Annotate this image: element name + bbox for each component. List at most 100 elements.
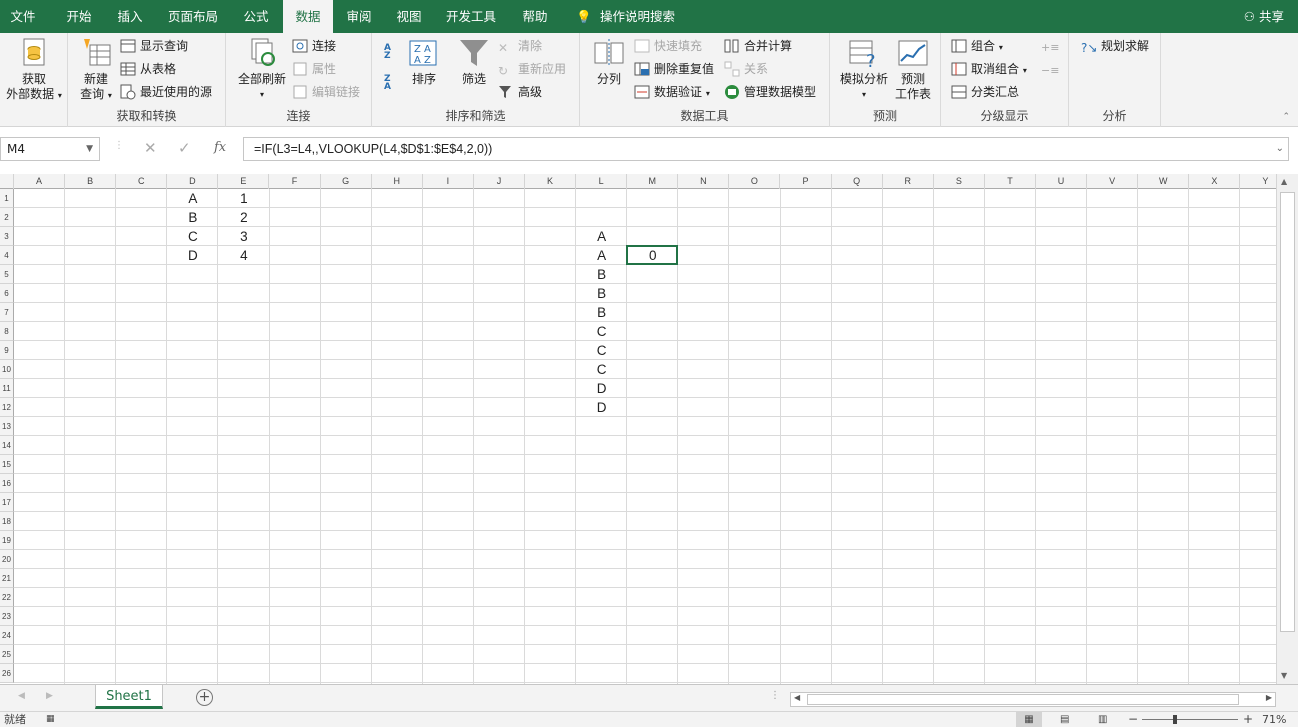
horizontal-scrollbar[interactable]: ◀ ▶ xyxy=(790,692,1276,707)
row-header-22[interactable]: 22 xyxy=(0,588,14,607)
row-header-23[interactable]: 23 xyxy=(0,607,14,626)
what-if-analysis-button[interactable]: ? 模拟分析 ▾ xyxy=(836,37,892,102)
column-header-v[interactable]: V xyxy=(1087,174,1139,189)
collapse-ribbon-icon[interactable]: ⌃ xyxy=(1282,112,1290,122)
cell-d2[interactable]: B xyxy=(167,208,218,227)
connections-button[interactable]: 连接 xyxy=(292,36,336,56)
row-header-10[interactable]: 10 xyxy=(0,360,14,379)
cell-l5[interactable]: B xyxy=(576,265,627,284)
zoom-out-icon[interactable]: − xyxy=(1128,712,1138,727)
row-header-16[interactable]: 16 xyxy=(0,474,14,493)
tab-formulas[interactable]: 公式 xyxy=(233,0,279,33)
cell-l11[interactable]: D xyxy=(576,379,627,398)
row-header-19[interactable]: 19 xyxy=(0,531,14,550)
clear-filter-button[interactable]: ✕ 清除 xyxy=(498,36,542,56)
new-query-button[interactable]: 新建 查询 ▾ xyxy=(74,37,118,103)
remove-duplicates-button[interactable]: 删除重复值 xyxy=(634,59,714,79)
column-header-m[interactable]: M xyxy=(627,174,679,189)
row-header-21[interactable]: 21 xyxy=(0,569,14,588)
column-header-i[interactable]: I xyxy=(423,174,474,189)
row-header-4[interactable]: 4 xyxy=(0,246,14,265)
column-header-s[interactable]: S xyxy=(934,174,985,189)
show-queries-button[interactable]: 显示查询 xyxy=(120,36,188,56)
column-header-j[interactable]: J xyxy=(474,174,525,189)
worksheet-grid[interactable]: ABCDEFGHIJKLMNOPQRSTUVWXY 1 2 3 4 5 6 7 8 9 10 11 1… xyxy=(0,174,1276,684)
row-header-7[interactable]: 7 xyxy=(0,303,14,322)
tab-review[interactable]: 审阅 xyxy=(336,0,382,33)
row-header-13[interactable]: 13 xyxy=(0,417,14,436)
name-box[interactable]: M4 ▼ xyxy=(0,137,100,161)
tab-help[interactable]: 帮助 xyxy=(510,0,560,33)
column-header-d[interactable]: D xyxy=(167,174,219,189)
consolidate-button[interactable]: 合并计算 xyxy=(724,36,792,56)
column-header-q[interactable]: Q xyxy=(832,174,883,189)
row-header-18[interactable]: 18 xyxy=(0,512,14,531)
tab-view[interactable]: 视图 xyxy=(386,0,432,33)
tab-data[interactable]: 数据 xyxy=(283,0,333,34)
get-external-data-button[interactable]: 获取 外部数据 ▾ xyxy=(2,37,66,103)
scroll-left-icon[interactable]: ◀ xyxy=(794,693,800,702)
tab-insert[interactable]: 插入 xyxy=(107,0,153,33)
add-sheet-icon[interactable]: + xyxy=(196,689,213,706)
cell-l12[interactable]: D xyxy=(576,398,627,417)
tab-split-icon[interactable]: ⋮ xyxy=(770,690,780,701)
column-header-x[interactable]: X xyxy=(1189,174,1241,189)
forecast-sheet-button[interactable]: 预测 工作表 xyxy=(892,37,934,102)
row-header-25[interactable]: 25 xyxy=(0,645,14,664)
recent-sources-button[interactable]: 最近使用的源 xyxy=(120,82,212,102)
cell-e4[interactable]: 4 xyxy=(218,246,269,265)
column-header-o[interactable]: O xyxy=(729,174,781,189)
normal-view-icon[interactable]: ▦ xyxy=(1016,712,1042,727)
scroll-up-icon[interactable]: ▲ xyxy=(1281,177,1287,186)
group-button[interactable]: 组合 ▾ xyxy=(951,36,1003,56)
row-header-3[interactable]: 3 xyxy=(0,227,14,246)
cell-m4[interactable]: 0 xyxy=(627,246,678,265)
scroll-right-icon[interactable]: ▶ xyxy=(1266,693,1272,702)
column-header-p[interactable]: P xyxy=(781,174,832,189)
cell-e2[interactable]: 2 xyxy=(218,208,269,227)
row-header-8[interactable]: 8 xyxy=(0,322,14,341)
cell-l4[interactable]: A xyxy=(576,246,627,265)
column-header-k[interactable]: K xyxy=(525,174,577,189)
column-header-w[interactable]: W xyxy=(1138,174,1190,189)
sort-descending-button[interactable]: ZA xyxy=(384,73,402,93)
zoom-slider[interactable] xyxy=(1142,719,1238,720)
cell-l3[interactable]: A xyxy=(576,227,627,246)
column-header-n[interactable]: N xyxy=(678,174,730,189)
column-header-u[interactable]: U xyxy=(1036,174,1088,189)
column-header-t[interactable]: T xyxy=(985,174,1036,189)
reapply-button[interactable]: ↻ 重新应用 xyxy=(498,59,566,79)
row-header-11[interactable]: 11 xyxy=(0,379,14,398)
tab-file[interactable]: 文件 xyxy=(0,0,46,33)
subtotal-button[interactable]: 分类汇总 xyxy=(951,82,1019,102)
cell-l10[interactable]: C xyxy=(576,360,627,379)
vertical-scrollbar[interactable]: ▲ ▼ xyxy=(1276,174,1298,684)
column-header-b[interactable]: B xyxy=(65,174,117,189)
cancel-icon[interactable]: ✕ xyxy=(144,139,157,157)
flash-fill-button[interactable]: 快速填充 xyxy=(634,36,702,56)
cell-l7[interactable]: B xyxy=(576,303,627,322)
data-validation-button[interactable]: 数据验证 ▾ xyxy=(634,82,710,102)
column-header-c[interactable]: C xyxy=(116,174,168,189)
name-box-dropdown-icon[interactable]: ▼ xyxy=(86,138,93,160)
solver-button[interactable]: ?↘ 规划求解 xyxy=(1081,36,1149,56)
manage-data-model-button[interactable]: 管理数据模型 xyxy=(724,82,816,102)
tab-developer[interactable]: 开发工具 xyxy=(438,0,504,33)
cell-e1[interactable]: 1 xyxy=(218,189,269,208)
cell-l8[interactable]: C xyxy=(576,322,627,341)
cell-d4[interactable]: D xyxy=(167,246,218,265)
cell-d3[interactable]: C xyxy=(167,227,218,246)
vertical-scroll-thumb[interactable] xyxy=(1280,192,1295,632)
text-to-columns-button[interactable]: 分列 xyxy=(588,37,630,87)
properties-button[interactable]: 属性 xyxy=(292,59,336,79)
tab-page-layout[interactable]: 页面布局 xyxy=(160,0,226,33)
horizontal-scroll-thumb[interactable] xyxy=(807,694,1239,705)
row-header-1[interactable]: 1 xyxy=(0,189,14,208)
row-header-24[interactable]: 24 xyxy=(0,626,14,645)
scroll-down-icon[interactable]: ▼ xyxy=(1281,671,1287,680)
zoom-slider-thumb[interactable] xyxy=(1173,715,1177,724)
macro-record-icon[interactable]: ▦ xyxy=(46,712,55,727)
column-header-h[interactable]: H xyxy=(372,174,423,189)
row-header-5[interactable]: 5 xyxy=(0,265,14,284)
column-header-e[interactable]: E xyxy=(218,174,270,189)
